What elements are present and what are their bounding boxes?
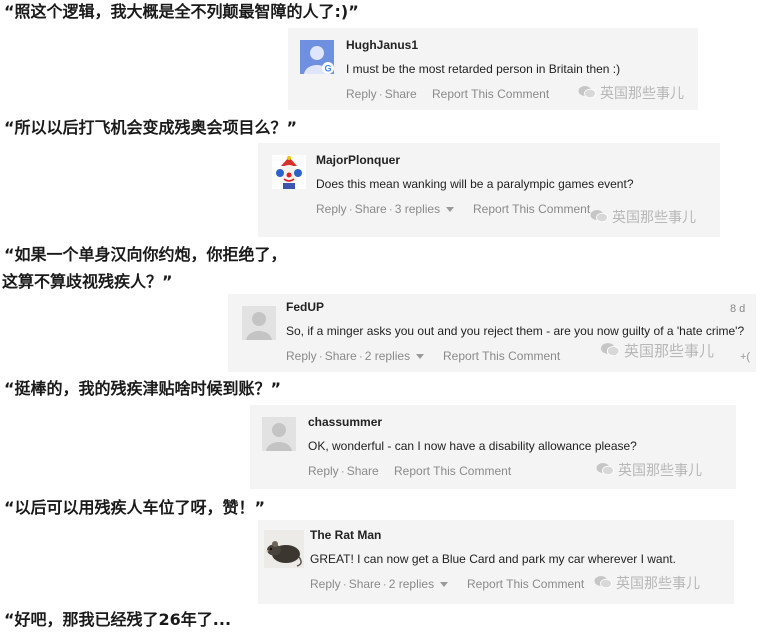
svg-text:G: G bbox=[324, 64, 331, 74]
comment-card-majorplonquer: MajorPlonquer Does this mean wanking wil… bbox=[258, 143, 720, 237]
comment-actions: Reply · Share · 2 replies bbox=[310, 577, 449, 591]
default-avatar-icon bbox=[242, 306, 276, 340]
default-avatar-icon bbox=[262, 417, 296, 451]
replies-toggle[interactable]: 2 replies bbox=[365, 349, 410, 363]
wechat-icon bbox=[594, 575, 612, 593]
comment-date: 8 d bbox=[730, 303, 746, 315]
share-link[interactable]: Share bbox=[385, 87, 417, 101]
caption-1: “照这个逻辑，我大概是全不列颠最智障的人了:)” bbox=[4, 2, 359, 21]
comment-card-chassummer: chassummer OK, wonderful - can I now hav… bbox=[250, 405, 736, 489]
separator-dot: · bbox=[340, 464, 345, 478]
watermark: 英国那些事儿 bbox=[600, 340, 714, 361]
comment-username[interactable]: The Rat Man bbox=[310, 528, 381, 542]
replies-toggle[interactable]: 3 replies bbox=[395, 202, 440, 216]
watermark: 英国那些事儿 bbox=[578, 83, 684, 103]
comment-username[interactable]: chassummer bbox=[308, 415, 382, 429]
reply-link[interactable]: Reply bbox=[316, 202, 347, 216]
caption-5: “以后可以用残疾人车位了呀，赞！” bbox=[4, 498, 266, 517]
wechat-icon bbox=[600, 342, 620, 361]
report-comment-link[interactable]: Report This Comment bbox=[394, 464, 511, 478]
caption-2: “所以以后打飞机会变成残奥会项目么？” bbox=[4, 118, 298, 137]
comment-actions: Reply · Share bbox=[308, 464, 379, 478]
replies-toggle[interactable]: 2 replies bbox=[389, 577, 434, 591]
wechat-icon bbox=[578, 85, 596, 103]
comment-text: Does this mean wanking will be a paralym… bbox=[316, 177, 634, 191]
separator-dot: · bbox=[342, 577, 347, 591]
comment-card-hughjanus1: G HughJanus1 I must be the most retarded… bbox=[288, 28, 698, 110]
report-comment-link[interactable]: Report This Comment bbox=[432, 87, 549, 101]
separator-dot: · bbox=[358, 349, 363, 363]
wechat-icon bbox=[590, 209, 608, 227]
separator-dot: · bbox=[378, 87, 383, 101]
share-link[interactable]: Share bbox=[349, 577, 381, 591]
comment-actions: Reply · Share · 2 replies bbox=[286, 349, 425, 363]
rat-avatar-icon bbox=[264, 530, 304, 568]
separator-dot: · bbox=[388, 202, 393, 216]
avatar[interactable] bbox=[272, 155, 306, 189]
report-comment-link[interactable]: Report This Comment bbox=[443, 349, 560, 363]
reply-link[interactable]: Reply bbox=[308, 464, 339, 478]
watermark-text: 英国那些事儿 bbox=[612, 210, 696, 226]
watermark: 英国那些事儿 bbox=[594, 573, 700, 593]
report-comment-link[interactable]: Report This Comment bbox=[467, 577, 584, 591]
chevron-down-icon[interactable] bbox=[446, 207, 455, 213]
comment-actions: Reply · Share bbox=[346, 87, 417, 101]
reply-link[interactable]: Reply bbox=[346, 87, 377, 101]
comment-username[interactable]: HughJanus1 bbox=[346, 38, 418, 52]
avatar[interactable] bbox=[262, 417, 296, 451]
watermark-text: 英国那些事儿 bbox=[618, 463, 702, 479]
caption-3b: 这算不算歧视残疾人？” bbox=[2, 272, 173, 291]
watermark-text: 英国那些事儿 bbox=[624, 342, 715, 360]
avatar[interactable] bbox=[264, 530, 304, 568]
separator-dot: · bbox=[382, 577, 387, 591]
avatar[interactable] bbox=[242, 306, 276, 340]
separator-dot: · bbox=[348, 202, 353, 216]
caption-4: “挺棒的，我的残疾津贴啥时候到账？” bbox=[4, 379, 282, 398]
caption-3: “如果一个单身汉向你约炮，你拒绝了， bbox=[4, 245, 287, 264]
avatar[interactable]: G bbox=[300, 40, 334, 74]
report-comment-link[interactable]: Report This Comment bbox=[473, 202, 590, 216]
separator-dot: · bbox=[318, 349, 323, 363]
watermark-text: 英国那些事儿 bbox=[600, 86, 684, 102]
share-link[interactable]: Share bbox=[347, 464, 379, 478]
user-avatar-icon: G bbox=[300, 40, 334, 74]
comment-actions: Reply · Share · 3 replies bbox=[316, 202, 455, 216]
watermark: 英国那些事儿 bbox=[596, 460, 702, 480]
wechat-icon bbox=[596, 462, 614, 480]
watermark-text: 英国那些事儿 bbox=[616, 576, 700, 592]
caption-6: “好吧，那我已经残了26年了... bbox=[4, 610, 232, 629]
reply-link[interactable]: Reply bbox=[286, 349, 317, 363]
chevron-down-icon[interactable] bbox=[440, 582, 449, 588]
comment-text: OK, wonderful - can I now have a disabil… bbox=[308, 439, 637, 453]
share-link[interactable]: Share bbox=[355, 202, 387, 216]
clown-avatar-icon bbox=[272, 155, 306, 189]
comment-card-the-rat-man: The Rat Man GREAT! I can now get a Blue … bbox=[258, 520, 734, 604]
vote-indicator[interactable]: +( bbox=[740, 351, 750, 363]
watermark: 英国那些事儿 bbox=[590, 207, 696, 227]
comment-username[interactable]: FedUP bbox=[286, 300, 324, 314]
comment-text: GREAT! I can now get a Blue Card and par… bbox=[310, 552, 676, 566]
comment-username[interactable]: MajorPlonquer bbox=[316, 153, 400, 167]
comment-card-fedup: FedUP 8 d So, if a minger asks you out a… bbox=[228, 294, 756, 372]
chevron-down-icon[interactable] bbox=[416, 354, 425, 360]
comment-text: So, if a minger asks you out and you rej… bbox=[286, 324, 745, 338]
reply-link[interactable]: Reply bbox=[310, 577, 341, 591]
comment-text: I must be the most retarded person in Br… bbox=[346, 62, 621, 76]
share-link[interactable]: Share bbox=[325, 349, 357, 363]
